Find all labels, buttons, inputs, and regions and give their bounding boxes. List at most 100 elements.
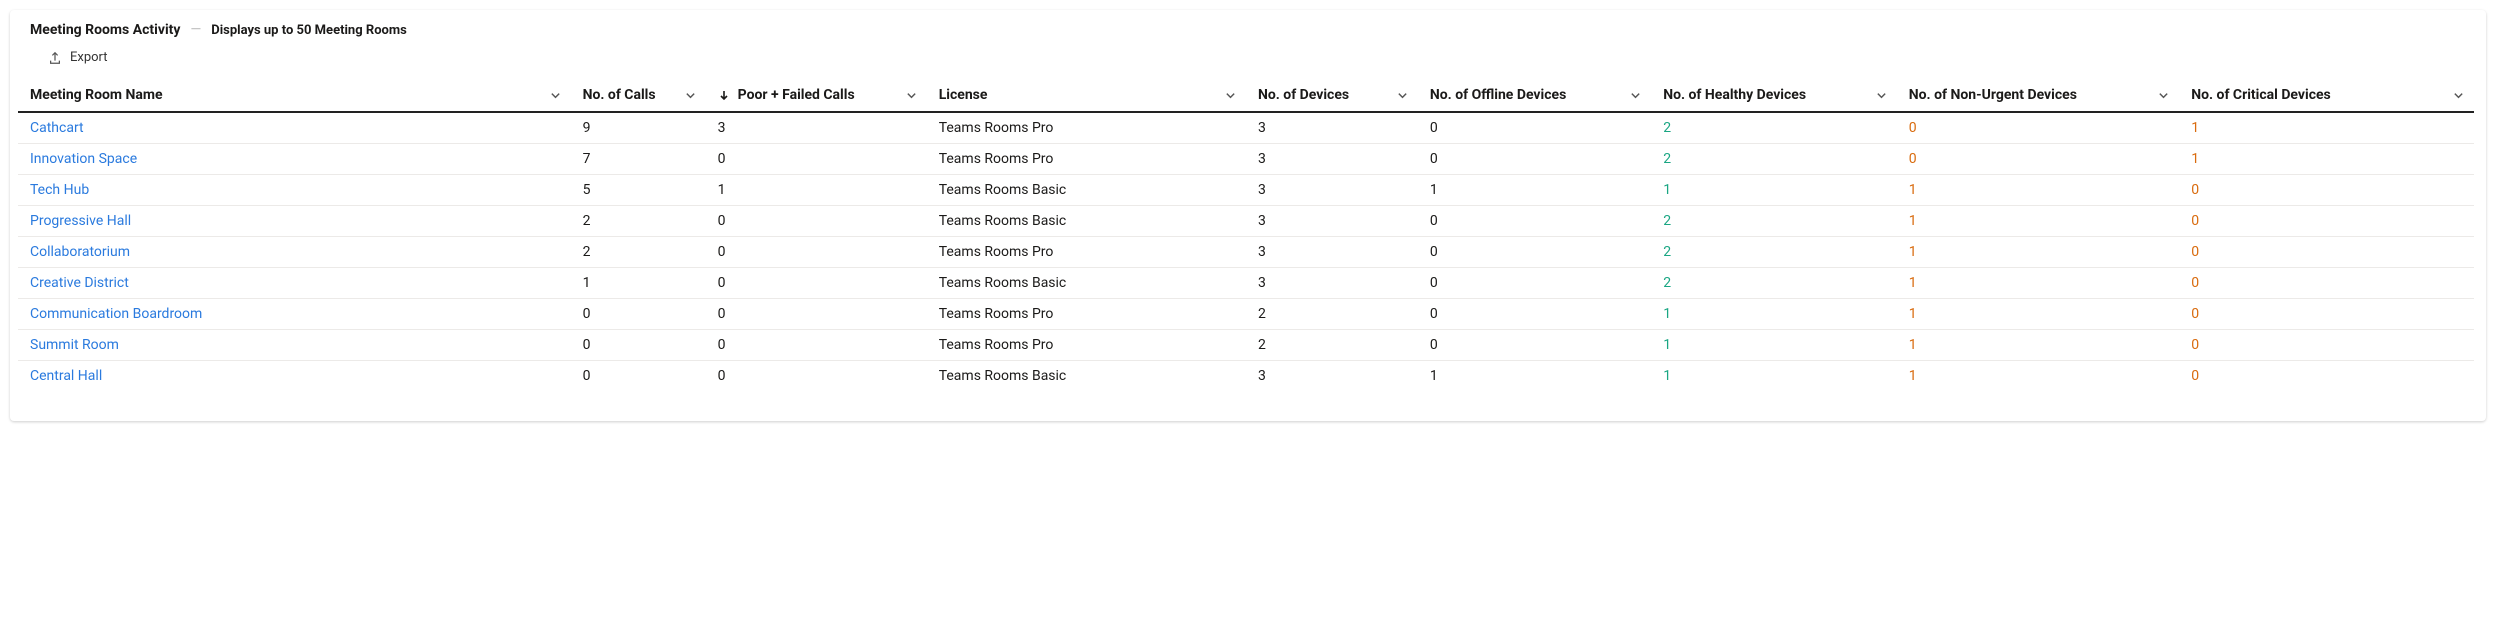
- room-name-link[interactable]: Innovation Space: [18, 144, 571, 175]
- table-row: Innovation Space70Teams Rooms Pro30201: [18, 144, 2474, 175]
- cell-license: Teams Rooms Basic: [927, 268, 1246, 299]
- table-row: Communication Boardroom00Teams Rooms Pro…: [18, 299, 2474, 330]
- column-label: Meeting Room Name: [30, 87, 163, 103]
- cell-nonurgent: 0: [1897, 144, 2179, 175]
- table-row: Tech Hub51Teams Rooms Basic31110: [18, 175, 2474, 206]
- cell-poor-failed: 0: [706, 361, 927, 392]
- cell-poor-failed: 0: [706, 144, 927, 175]
- cell-critical: 1: [2179, 112, 2474, 144]
- room-name-link[interactable]: Progressive Hall: [18, 206, 571, 237]
- cell-calls: 7: [571, 144, 706, 175]
- cell-offline: 0: [1418, 206, 1651, 237]
- chevron-down-icon: [2453, 90, 2464, 101]
- cell-devices: 3: [1246, 175, 1418, 206]
- cell-nonurgent: 1: [1897, 175, 2179, 206]
- table-header-row: Meeting Room Name No. of Calls Poor + Fa: [18, 79, 2474, 112]
- room-name-link[interactable]: Tech Hub: [18, 175, 571, 206]
- cell-devices: 3: [1246, 361, 1418, 392]
- cell-devices: 3: [1246, 237, 1418, 268]
- export-button[interactable]: Export: [42, 46, 114, 69]
- cell-nonurgent: 1: [1897, 330, 2179, 361]
- cell-calls: 2: [571, 237, 706, 268]
- cell-nonurgent: 0: [1897, 112, 2179, 144]
- cell-calls: 9: [571, 112, 706, 144]
- cell-healthy: 2: [1651, 112, 1897, 144]
- room-name-link[interactable]: Central Hall: [18, 361, 571, 392]
- column-header-poor-failed[interactable]: Poor + Failed Calls: [706, 79, 927, 112]
- cell-offline: 1: [1418, 361, 1651, 392]
- meeting-rooms-activity-card: Meeting Rooms Activity — Displays up to …: [10, 10, 2486, 421]
- cell-license: Teams Rooms Pro: [927, 299, 1246, 330]
- cell-calls: 0: [571, 361, 706, 392]
- cell-critical: 0: [2179, 268, 2474, 299]
- table-row: Creative District10Teams Rooms Basic3021…: [18, 268, 2474, 299]
- column-header-nonurgent[interactable]: No. of Non-Urgent Devices: [1897, 79, 2179, 112]
- meeting-rooms-table: Meeting Room Name No. of Calls Poor + Fa: [18, 79, 2474, 391]
- cell-devices: 3: [1246, 112, 1418, 144]
- cell-offline: 0: [1418, 299, 1651, 330]
- cell-offline: 0: [1418, 268, 1651, 299]
- cell-healthy: 1: [1651, 299, 1897, 330]
- cell-license: Teams Rooms Pro: [927, 112, 1246, 144]
- cell-calls: 1: [571, 268, 706, 299]
- toolbar: Export: [10, 42, 2486, 79]
- cell-critical: 0: [2179, 237, 2474, 268]
- cell-license: Teams Rooms Pro: [927, 144, 1246, 175]
- cell-poor-failed: 3: [706, 112, 927, 144]
- room-name-link[interactable]: Creative District: [18, 268, 571, 299]
- column-header-critical[interactable]: No. of Critical Devices: [2179, 79, 2474, 112]
- cell-devices: 3: [1246, 144, 1418, 175]
- column-label: No. of Devices: [1258, 87, 1349, 103]
- column-header-license[interactable]: License: [927, 79, 1246, 112]
- cell-poor-failed: 0: [706, 330, 927, 361]
- cell-healthy: 1: [1651, 175, 1897, 206]
- cell-healthy: 2: [1651, 237, 1897, 268]
- card-subtitle: Displays up to 50 Meeting Rooms: [211, 23, 407, 38]
- title-separator: —: [190, 22, 201, 38]
- column-label: No. of Non-Urgent Devices: [1909, 87, 2077, 103]
- cell-nonurgent: 1: [1897, 361, 2179, 392]
- cell-devices: 3: [1246, 206, 1418, 237]
- column-header-offline[interactable]: No. of Offline Devices: [1418, 79, 1651, 112]
- cell-license: Teams Rooms Basic: [927, 175, 1246, 206]
- chevron-down-icon: [1876, 90, 1887, 101]
- column-header-healthy[interactable]: No. of Healthy Devices: [1651, 79, 1897, 112]
- table-row: Progressive Hall20Teams Rooms Basic30210: [18, 206, 2474, 237]
- chevron-down-icon: [2158, 90, 2169, 101]
- cell-license: Teams Rooms Pro: [927, 330, 1246, 361]
- column-header-devices[interactable]: No. of Devices: [1246, 79, 1418, 112]
- cell-poor-failed: 0: [706, 206, 927, 237]
- table-row: Collaboratorium20Teams Rooms Pro30210: [18, 237, 2474, 268]
- cell-offline: 0: [1418, 237, 1651, 268]
- table-row: Central Hall00Teams Rooms Basic31110: [18, 361, 2474, 392]
- cell-poor-failed: 0: [706, 268, 927, 299]
- column-label: No. of Critical Devices: [2191, 87, 2331, 103]
- cell-poor-failed: 0: [706, 237, 927, 268]
- cell-nonurgent: 1: [1897, 237, 2179, 268]
- cell-offline: 0: [1418, 330, 1651, 361]
- room-name-link[interactable]: Collaboratorium: [18, 237, 571, 268]
- cell-devices: 2: [1246, 330, 1418, 361]
- card-title: Meeting Rooms Activity: [30, 22, 180, 38]
- table-body: Cathcart93Teams Rooms Pro30201Innovation…: [18, 112, 2474, 391]
- chevron-down-icon: [1225, 90, 1236, 101]
- cell-calls: 5: [571, 175, 706, 206]
- cell-poor-failed: 0: [706, 299, 927, 330]
- cell-critical: 1: [2179, 144, 2474, 175]
- table-row: Summit Room00Teams Rooms Pro20110: [18, 330, 2474, 361]
- column-header-name[interactable]: Meeting Room Name: [18, 79, 571, 112]
- column-header-calls[interactable]: No. of Calls: [571, 79, 706, 112]
- cell-poor-failed: 1: [706, 175, 927, 206]
- room-name-link[interactable]: Cathcart: [18, 112, 571, 144]
- room-name-link[interactable]: Summit Room: [18, 330, 571, 361]
- chevron-down-icon: [906, 90, 917, 101]
- column-label: Poor + Failed Calls: [738, 87, 855, 103]
- sort-descending-icon: [718, 89, 730, 101]
- column-label: No. of Offline Devices: [1430, 87, 1566, 103]
- chevron-down-icon: [1630, 90, 1641, 101]
- cell-calls: 0: [571, 299, 706, 330]
- cell-healthy: 2: [1651, 144, 1897, 175]
- cell-critical: 0: [2179, 299, 2474, 330]
- room-name-link[interactable]: Communication Boardroom: [18, 299, 571, 330]
- export-icon: [48, 51, 62, 65]
